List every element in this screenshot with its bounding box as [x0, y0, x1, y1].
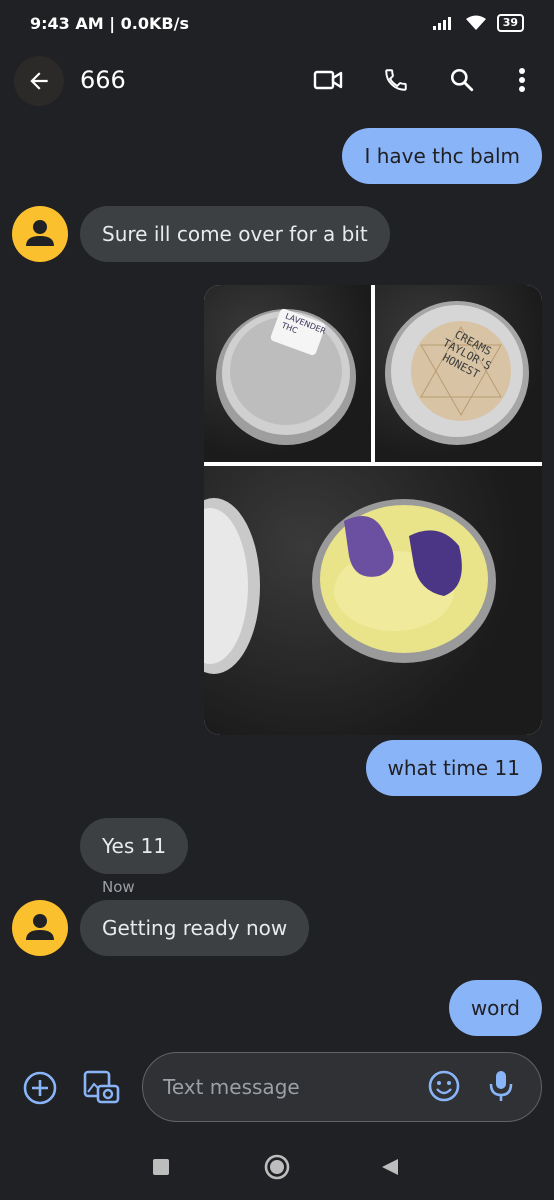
recents-button[interactable]: [152, 1158, 170, 1176]
voice-input-button[interactable]: [487, 1069, 515, 1103]
image-tile-open-tin: [204, 466, 542, 735]
message-incoming[interactable]: Getting ready now: [80, 900, 310, 956]
video-call-icon: [313, 70, 343, 90]
search-icon: [450, 68, 474, 92]
back-nav-button[interactable]: [380, 1157, 400, 1177]
more-icon: [519, 68, 525, 92]
avatar[interactable]: [12, 900, 68, 956]
battery-indicator: 39: [496, 14, 524, 32]
message-input-placeholder: Text message: [163, 1075, 300, 1099]
avatar[interactable]: [12, 206, 68, 262]
image-tile-tin-lid: LAVENDER THC: [204, 285, 371, 462]
person-icon: [26, 914, 54, 940]
status-icons: 39: [432, 14, 524, 32]
message-outgoing[interactable]: what time 11: [365, 740, 542, 796]
message-timestamp: Now: [102, 878, 135, 896]
gallery-button[interactable]: [82, 1068, 120, 1106]
home-icon: [264, 1154, 290, 1180]
emoji-icon: [428, 1070, 460, 1102]
more-options-button[interactable]: [504, 62, 540, 98]
contact-name[interactable]: 666: [80, 66, 126, 94]
home-button[interactable]: [263, 1153, 291, 1181]
brand-lid-illustration: [385, 301, 529, 445]
message-incoming[interactable]: Yes 11: [80, 818, 189, 874]
video-call-button[interactable]: [310, 62, 346, 98]
message-outgoing[interactable]: I have thc balm: [342, 128, 542, 184]
wifi-icon: [465, 15, 486, 30]
emoji-button[interactable]: [427, 1069, 461, 1103]
back-button[interactable]: [14, 56, 64, 106]
system-nav-bar: [0, 1140, 554, 1200]
image-tile-brand-lid: CREAMS TAYLOR'S HONEST: [375, 285, 542, 462]
status-time: 9:43 AM | 0.0KB/s: [30, 14, 189, 33]
phone-icon: [385, 69, 407, 91]
search-button[interactable]: [444, 62, 480, 98]
call-button[interactable]: [378, 62, 414, 98]
person-icon: [26, 220, 54, 246]
recents-icon: [153, 1159, 169, 1175]
conversation-header: 666: [0, 50, 554, 112]
back-arrow-icon: [30, 72, 48, 90]
message-incoming[interactable]: Sure ill come over for a bit: [80, 206, 390, 262]
image-attachment[interactable]: LAVENDER THC CREAMS TAYLOR'S HONEST: [204, 285, 542, 735]
open-tin-illustration: [204, 498, 496, 674]
mic-icon: [489, 1071, 513, 1101]
message-outgoing[interactable]: word: [448, 980, 542, 1036]
back-nav-icon: [382, 1159, 398, 1175]
signal-icon: [432, 17, 451, 30]
status-bar: 9:43 AM | 0.0KB/s 39: [0, 0, 554, 50]
gallery-icon: [83, 1070, 120, 1104]
add-icon: [23, 1071, 57, 1105]
add-attachment-button[interactable]: [22, 1070, 58, 1106]
message-input[interactable]: Text message: [142, 1052, 542, 1122]
